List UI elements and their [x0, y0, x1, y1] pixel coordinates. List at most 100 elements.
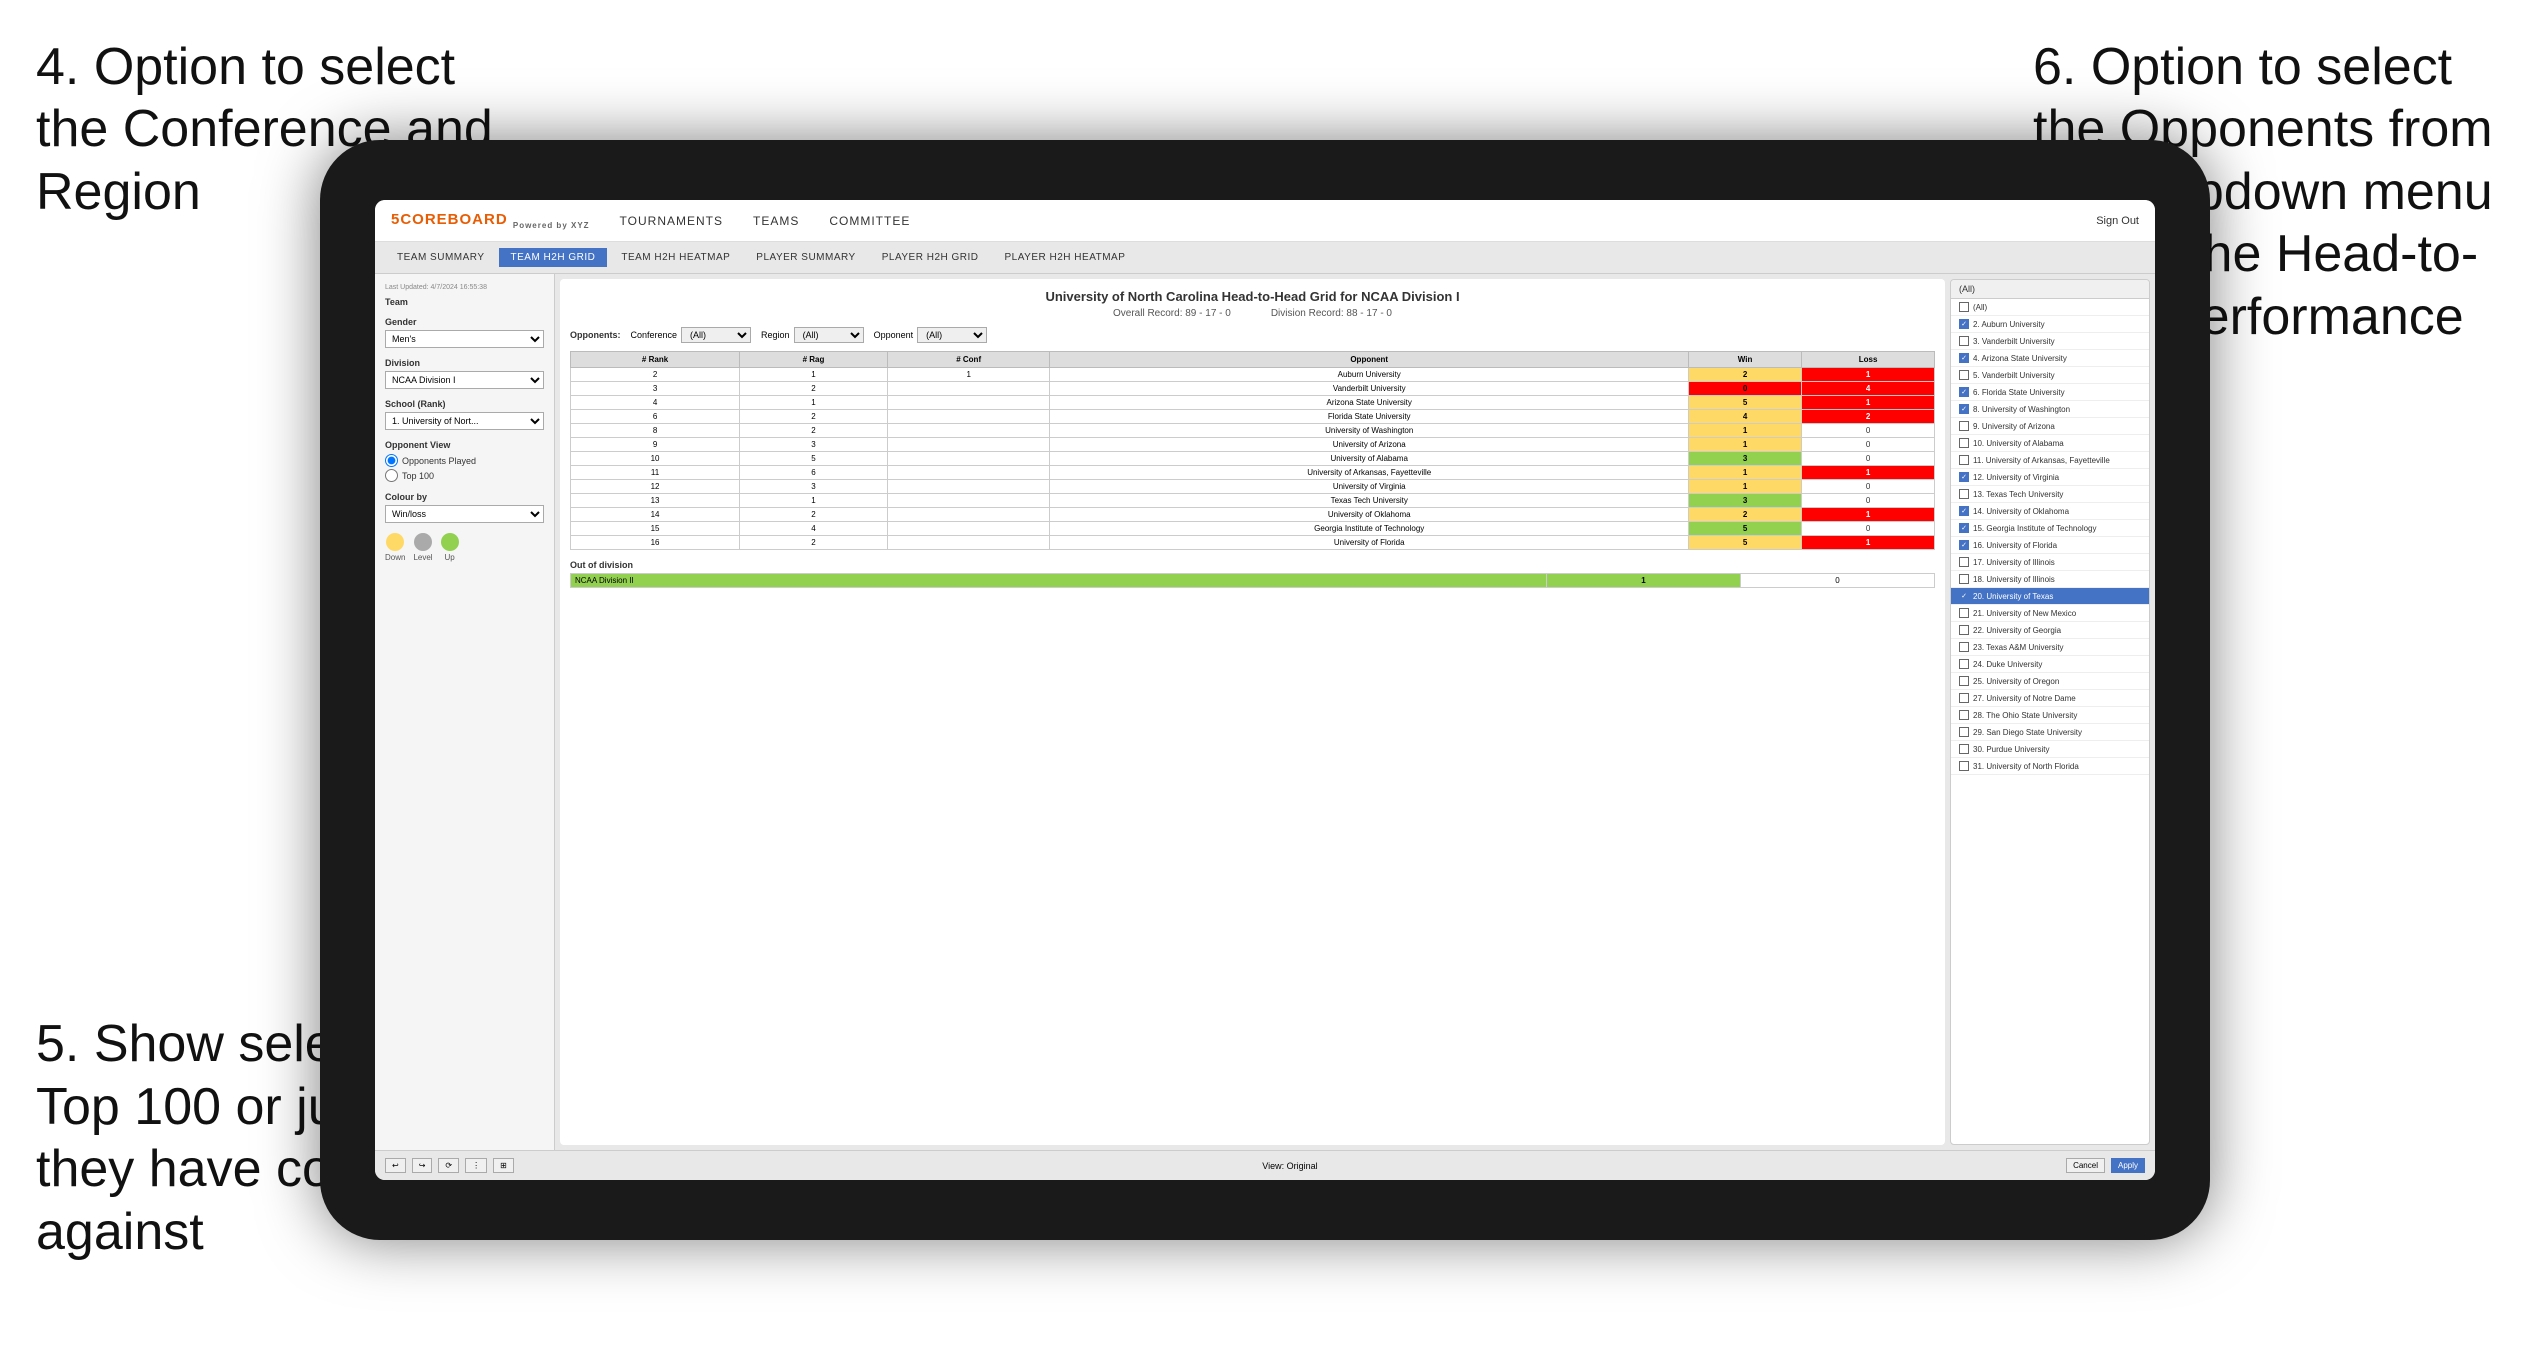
sign-out-link[interactable]: Sign Out: [2096, 215, 2139, 227]
apply-btn[interactable]: Apply: [2111, 1158, 2145, 1173]
filter-row: Opponents: Conference (All) Region (All): [570, 327, 1935, 343]
sub-nav-team-h2h-heatmap[interactable]: TEAM H2H HEATMAP: [609, 248, 742, 267]
dropdown-item[interactable]: 29. San Diego State University: [1951, 724, 2149, 741]
dropdown-item[interactable]: 25. University of Oregon: [1951, 673, 2149, 690]
dropdown-item[interactable]: ✓16. University of Florida: [1951, 537, 2149, 554]
undo-btn[interactable]: ↩: [385, 1158, 406, 1173]
dropdown-item[interactable]: 22. University of Georgia: [1951, 622, 2149, 639]
checkbox-icon: [1959, 489, 1969, 499]
division-select[interactable]: NCAA Division I: [385, 371, 544, 389]
dropdown-item[interactable]: ✓2. Auburn University: [1951, 316, 2149, 333]
dropdown-item[interactable]: ✓8. University of Washington: [1951, 401, 2149, 418]
radio-opponents-played[interactable]: Opponents Played: [385, 454, 544, 467]
dropdown-item[interactable]: 21. University of New Mexico: [1951, 605, 2149, 622]
table-row: 2 1 1 Auburn University 2 1: [571, 368, 1935, 382]
legend-down-label: Down: [385, 553, 405, 562]
dropdown-item[interactable]: 11. University of Arkansas, Fayetteville: [1951, 452, 2149, 469]
checkbox-icon: [1959, 727, 1969, 737]
dropdown-item[interactable]: 24. Duke University: [1951, 656, 2149, 673]
cell-opponent: University of Alabama: [1050, 452, 1688, 466]
sub-nav-player-h2h-heatmap[interactable]: PLAYER H2H HEATMAP: [993, 248, 1138, 267]
division-section: Division NCAA Division I: [385, 358, 544, 389]
school-select[interactable]: 1. University of Nort...: [385, 412, 544, 430]
nav-tournaments[interactable]: TOURNAMENTS: [620, 214, 723, 228]
legend-up-label: Up: [444, 553, 454, 562]
right-dropdown-panel[interactable]: (All) (All)✓2. Auburn University3. Vande…: [1950, 279, 2150, 1145]
nav-committee[interactable]: COMMITTEE: [829, 214, 910, 228]
dropdown-item[interactable]: (All): [1951, 299, 2149, 316]
region-select[interactable]: (All): [794, 327, 864, 343]
dropdown-item[interactable]: 13. Texas Tech University: [1951, 486, 2149, 503]
more-btn[interactable]: ⋮: [465, 1158, 487, 1173]
dropdown-item[interactable]: 30. Purdue University: [1951, 741, 2149, 758]
cell-rank: 15: [571, 522, 740, 536]
cell-opponent: University of Oklahoma: [1050, 508, 1688, 522]
sub-nav-player-summary[interactable]: PLAYER SUMMARY: [744, 248, 867, 267]
copy-btn[interactable]: ⊞: [493, 1158, 514, 1173]
cell-win: 5: [1688, 536, 1801, 550]
redo-btn[interactable]: ↪: [412, 1158, 433, 1173]
cell-loss: 1: [1802, 396, 1935, 410]
dropdown-item[interactable]: 18. University of Illinois: [1951, 571, 2149, 588]
radio-opponents-played-input[interactable]: [385, 454, 398, 467]
opponent-select[interactable]: (All): [917, 327, 987, 343]
checkbox-icon: [1959, 659, 1969, 669]
color-by-select[interactable]: Win/loss: [385, 505, 544, 523]
dropdown-item[interactable]: 17. University of Illinois: [1951, 554, 2149, 571]
conference-select[interactable]: (All): [681, 327, 751, 343]
dropdown-item[interactable]: ✓20. University of Texas: [1951, 588, 2149, 605]
dropdown-item[interactable]: 23. Texas A&M University: [1951, 639, 2149, 656]
dropdown-item-label: 5. Vanderbilt University: [1973, 371, 2055, 380]
dropdown-item[interactable]: 31. University of North Florida: [1951, 758, 2149, 775]
division-record: Division Record: 88 - 17 - 0: [1271, 308, 1392, 319]
app-header: 5COREBOARD Powered by XYZ TOURNAMENTS TE…: [375, 200, 2155, 242]
checkbox-icon: ✓: [1959, 506, 1969, 516]
out-div-loss-cell: 0: [1741, 574, 1935, 588]
cell-win: 1: [1688, 424, 1801, 438]
cell-rag: 3: [740, 438, 888, 452]
checkbox-icon: [1959, 676, 1969, 686]
nav-teams[interactable]: TEAMS: [753, 214, 799, 228]
gender-section: Gender Men's: [385, 317, 544, 348]
reset-btn[interactable]: ⟳: [438, 1158, 459, 1173]
dropdown-item[interactable]: ✓6. Florida State University: [1951, 384, 2149, 401]
radio-top100-input[interactable]: [385, 469, 398, 482]
dropdown-item[interactable]: 27. University of Notre Dame: [1951, 690, 2149, 707]
cell-rank: 12: [571, 480, 740, 494]
dropdown-item[interactable]: 28. The Ohio State University: [1951, 707, 2149, 724]
cancel-btn[interactable]: Cancel: [2066, 1158, 2105, 1173]
dropdown-item[interactable]: ✓14. University of Oklahoma: [1951, 503, 2149, 520]
dropdown-item[interactable]: 5. Vanderbilt University: [1951, 367, 2149, 384]
cell-loss: 2: [1802, 410, 1935, 424]
cell-win: 4: [1688, 410, 1801, 424]
dropdown-item[interactable]: 9. University of Arizona: [1951, 418, 2149, 435]
table-row: 4 1 Arizona State University 5 1: [571, 396, 1935, 410]
radio-top100[interactable]: Top 100: [385, 469, 544, 482]
checkbox-icon: [1959, 302, 1969, 312]
grid-title: University of North Carolina Head-to-Hea…: [570, 289, 1935, 304]
dropdown-item[interactable]: 3. Vanderbilt University: [1951, 333, 2149, 350]
checkbox-icon: [1959, 710, 1969, 720]
cell-loss: 1: [1802, 466, 1935, 480]
gender-select[interactable]: Men's: [385, 330, 544, 348]
radio-top100-label: Top 100: [402, 471, 434, 481]
sub-nav-team-h2h-grid[interactable]: TEAM H2H GRID: [499, 248, 608, 267]
opponents-label: Opponents:: [570, 330, 621, 340]
sub-nav-team-summary[interactable]: TEAM SUMMARY: [385, 248, 497, 267]
checkbox-icon: [1959, 370, 1969, 380]
cell-rag: 2: [740, 508, 888, 522]
sub-nav-player-h2h-grid[interactable]: PLAYER H2H GRID: [870, 248, 991, 267]
checkbox-icon: [1959, 455, 1969, 465]
dropdown-item[interactable]: ✓4. Arizona State University: [1951, 350, 2149, 367]
cell-conf: [887, 382, 1050, 396]
dropdown-item[interactable]: ✓15. Georgia Institute of Technology: [1951, 520, 2149, 537]
table-row: 11 6 University of Arkansas, Fayettevill…: [571, 466, 1935, 480]
cell-opponent: University of Arkansas, Fayetteville: [1050, 466, 1688, 480]
team-section: Team: [385, 297, 544, 307]
cell-loss: 4: [1802, 382, 1935, 396]
cell-rag: 1: [740, 494, 888, 508]
dropdown-item[interactable]: ✓12. University of Virginia: [1951, 469, 2149, 486]
dropdown-item-label: 13. Texas Tech University: [1973, 490, 2063, 499]
dropdown-item[interactable]: 10. University of Alabama: [1951, 435, 2149, 452]
cell-opponent: University of Washington: [1050, 424, 1688, 438]
